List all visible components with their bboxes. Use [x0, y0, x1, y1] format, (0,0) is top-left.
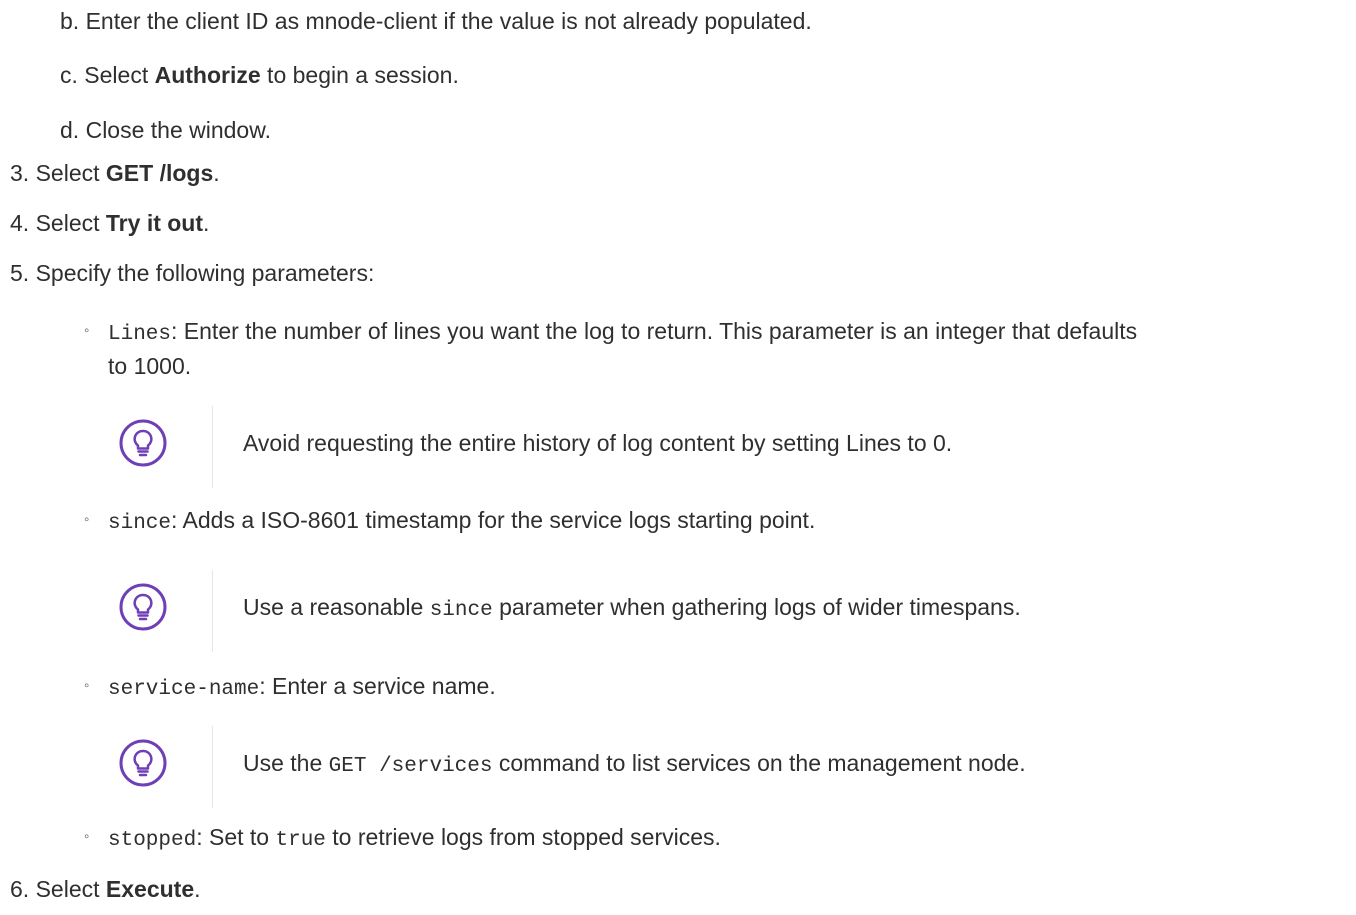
step-bold: Authorize: [154, 62, 261, 88]
lightbulb-icon: [118, 418, 168, 468]
tip-text: Use a reasonable since parameter when ga…: [243, 592, 1021, 626]
step-text: Select: [35, 160, 106, 186]
step-marker: c.: [60, 62, 78, 88]
tip-code: GET /services: [328, 755, 493, 778]
step-marker: 3.: [10, 160, 30, 186]
bullet-icon: ◦: [84, 828, 90, 845]
tip-text-pre: Use the: [243, 750, 329, 776]
step-5: 5. Specify the following parameters:: [10, 258, 374, 288]
step-bold: GET /logs: [105, 160, 214, 186]
param-code: Lines: [108, 323, 172, 346]
param-text: to retrieve logs from stopped services.: [325, 824, 721, 850]
step-text: .: [203, 210, 210, 236]
step-marker: d.: [60, 117, 80, 143]
tip-text-post: parameter when gathering logs of wider t…: [492, 594, 1021, 620]
step-text: to begin a session.: [260, 62, 459, 88]
step-marker: 6.: [10, 876, 30, 902]
param-text: : Set to: [196, 824, 276, 850]
step-text: .: [213, 160, 220, 186]
param-text: : Adds a ISO-8601 timestamp for the serv…: [171, 507, 816, 533]
step-text: Close the window.: [85, 117, 271, 143]
step-b: b. Enter the client ID as mnode-client i…: [60, 6, 812, 36]
step-text: Select: [35, 876, 106, 902]
step-marker: b.: [60, 8, 80, 34]
bullet-icon: ◦: [84, 677, 90, 694]
tip-text-pre: Use a reasonable: [243, 594, 430, 620]
param-lines-cont: to 1000.: [108, 351, 191, 381]
step-text: .: [194, 876, 201, 902]
param-service-name: ◦ service-name: Enter a service name.: [84, 671, 496, 705]
tip-divider: [212, 406, 213, 488]
tip-code: since: [429, 599, 493, 622]
step-text: Specify the following parameters:: [35, 260, 375, 286]
bullet-icon: ◦: [84, 511, 90, 528]
step-marker: 5.: [10, 260, 30, 286]
tip-text-post: command to list services on the manageme…: [492, 750, 1026, 776]
bullet-icon: ◦: [84, 322, 90, 339]
param-code: since: [108, 512, 172, 535]
param-text: : Enter a service name.: [259, 673, 496, 699]
step-4: 4. Select Try it out.: [10, 208, 209, 238]
step-text: Enter the client ID as mnode-client if t…: [85, 8, 812, 34]
param-code: service-name: [108, 678, 260, 701]
param-value-code: true: [275, 829, 326, 852]
param-text: to 1000.: [108, 353, 192, 379]
step-c: c. Select Authorize to begin a session.: [60, 60, 459, 90]
param-stopped: ◦ stopped: Set to true to retrieve logs f…: [84, 822, 721, 856]
step-3: 3. Select GET /logs.: [10, 158, 220, 188]
step-text: Select: [84, 62, 155, 88]
tip-divider: [212, 570, 213, 652]
param-text: : Enter the number of lines you want the…: [171, 318, 1138, 344]
step-bold: Try it out: [105, 210, 204, 236]
tip-text: Avoid requesting the entire history of l…: [243, 430, 953, 456]
param-since: ◦ since: Adds a ISO-8601 timestamp for th…: [84, 505, 815, 539]
step-6: 6. Select Execute.: [10, 874, 201, 904]
tip-note: Use the GET /services command to list se…: [118, 726, 1218, 808]
step-bold: Execute: [105, 876, 195, 902]
tip-note: Use a reasonable since parameter when ga…: [118, 570, 1218, 652]
lightbulb-icon: [118, 738, 168, 788]
tip-note: Avoid requesting the entire history of l…: [118, 406, 1218, 488]
step-marker: 4.: [10, 210, 30, 236]
tip-divider: [212, 726, 213, 808]
lightbulb-icon: [118, 582, 168, 632]
tip-text: Use the GET /services command to list se…: [243, 748, 1026, 782]
step-d: d. Close the window.: [60, 115, 271, 145]
step-text: Select: [35, 210, 106, 236]
param-code: stopped: [108, 829, 197, 852]
param-lines: ◦ Lines: Enter the number of lines you wa…: [84, 316, 1137, 350]
